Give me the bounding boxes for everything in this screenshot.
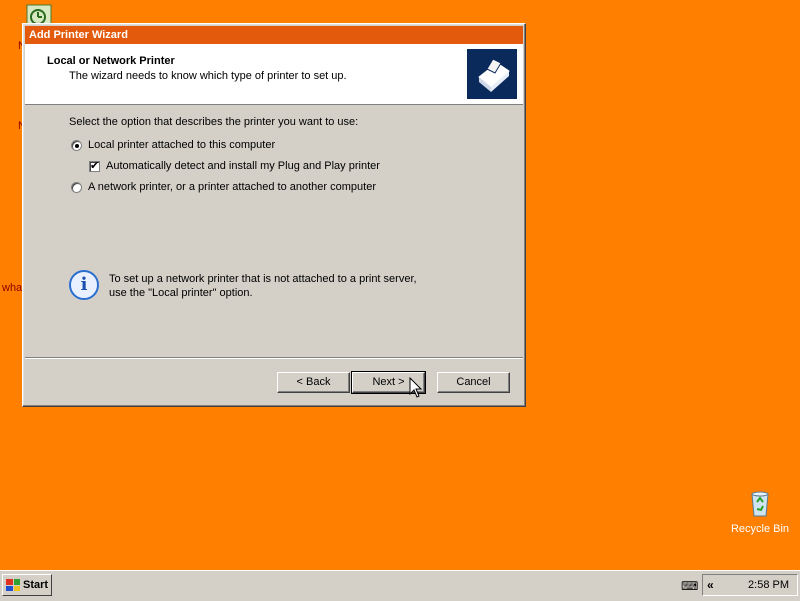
options-prompt: Select the option that describes the pri… [69,116,359,128]
info-line-1: To set up a network printer that is not … [109,273,417,285]
desktop-label-fragment: wha [2,282,23,294]
auto-detect-checkbox[interactable] [89,159,100,172]
cancel-button[interactable]: Cancel [437,372,510,393]
system-tray: ⌨ « 2:58 PM [681,574,798,596]
network-printer-radio[interactable] [71,181,82,193]
information-icon: i [69,270,99,300]
mouse-cursor-icon [409,376,423,399]
clock[interactable]: 2:58 PM [748,579,789,591]
local-printer-label: Local printer attached to this computer [88,139,276,151]
recycle-bin-label: Recycle Bin [730,523,790,535]
start-button[interactable]: Start [2,574,52,596]
recycle-bin[interactable]: Recycle Bin [728,486,792,535]
add-printer-wizard-dialog: Add Printer Wizard Local or Network Prin… [22,23,526,407]
printer-icon [467,49,517,99]
windows-logo-icon [6,579,20,591]
back-button[interactable]: < Back [277,372,350,393]
tray-expand-chevron-icon[interactable]: « [707,578,714,592]
header-subtitle: The wizard needs to know which type of p… [69,70,347,82]
keyboard-icon[interactable]: ⌨ [681,579,698,593]
network-printer-option[interactable]: A network printer, or a printer attached… [71,181,376,193]
recycle-bin-icon [751,491,769,517]
info-line-2: use the "Local printer" option. [109,287,253,299]
button-separator [25,357,523,359]
auto-detect-label: Automatically detect and install my Plug… [106,160,380,172]
info-text: To set up a network printer that is not … [109,272,417,300]
start-label: Start [23,579,49,591]
wizard-content: Select the option that describes the pri… [25,106,523,356]
wizard-header: Local or Network Printer The wizard need… [25,44,523,105]
header-title: Local or Network Printer [47,55,175,67]
info-note: i To set up a network printer that is no… [69,270,417,300]
local-printer-radio[interactable] [71,139,82,151]
taskbar: Start ⌨ « 2:58 PM [0,570,800,601]
local-printer-option[interactable]: Local printer attached to this computer [71,139,275,151]
auto-detect-option[interactable]: Automatically detect and install my Plug… [89,159,380,172]
network-printer-label: A network printer, or a printer attached… [88,181,376,193]
dialog-titlebar[interactable]: Add Printer Wizard [25,26,523,44]
